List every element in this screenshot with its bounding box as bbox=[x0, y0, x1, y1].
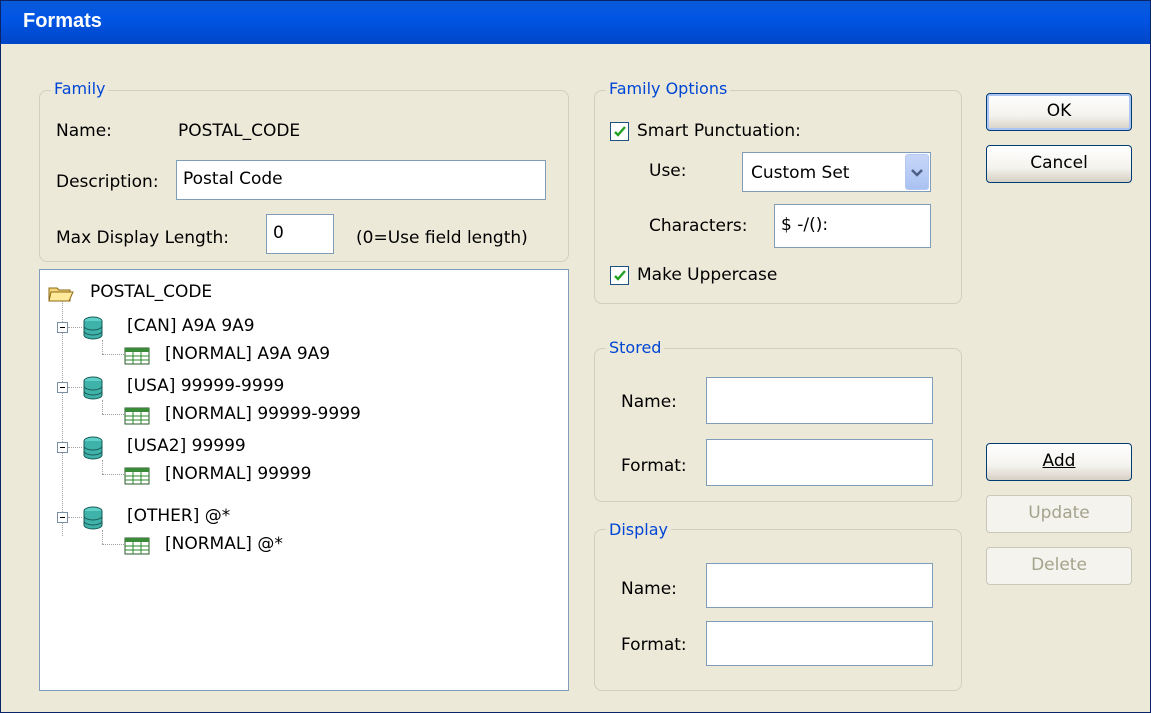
grid-table-icon bbox=[124, 347, 150, 370]
tree-group-label: [USA2] 99999 bbox=[127, 436, 246, 456]
window-title: Formats bbox=[23, 10, 102, 32]
stored-name-label: Name: bbox=[621, 392, 677, 412]
grid-table-icon bbox=[124, 407, 150, 430]
stored-format-field[interactable] bbox=[706, 439, 933, 486]
add-button[interactable]: Add bbox=[986, 443, 1132, 481]
max-display-length-hint: (0=Use field length) bbox=[356, 228, 528, 248]
characters-label: Characters: bbox=[649, 216, 748, 236]
folder-open-icon bbox=[48, 284, 74, 302]
database-icon bbox=[82, 506, 104, 535]
use-label: Use: bbox=[649, 161, 687, 181]
use-select[interactable]: Custom Set bbox=[742, 152, 931, 192]
tree-collapse-icon[interactable] bbox=[57, 382, 68, 393]
tree-child-branch bbox=[102, 414, 124, 415]
tree-child-label: [NORMAL] @* bbox=[165, 534, 283, 554]
tree-child-label: [NORMAL] 99999 bbox=[165, 464, 312, 484]
update-button[interactable]: Update bbox=[986, 495, 1132, 533]
max-display-length-label: Max Display Length: bbox=[56, 228, 229, 248]
grid-table-icon bbox=[124, 467, 150, 490]
title-bar[interactable]: Formats bbox=[1, 1, 1150, 44]
description-field[interactable]: Postal Code bbox=[176, 160, 546, 200]
tree-collapse-icon[interactable] bbox=[57, 322, 68, 333]
tree-child-label: [NORMAL] A9A 9A9 bbox=[165, 344, 331, 364]
tree-branch-line bbox=[68, 387, 82, 388]
stored-name-field[interactable] bbox=[706, 377, 933, 424]
display-name-field[interactable] bbox=[706, 563, 933, 608]
cancel-button[interactable]: Cancel bbox=[986, 145, 1132, 183]
family-name-label: Name: bbox=[56, 121, 112, 141]
use-select-value: Custom Set bbox=[751, 163, 850, 183]
family-legend: Family bbox=[51, 79, 109, 98]
family-options-legend: Family Options bbox=[606, 79, 731, 98]
display-name-label: Name: bbox=[621, 579, 677, 599]
max-display-length-field[interactable]: 0 bbox=[266, 214, 334, 254]
smart-punctuation-label[interactable]: Smart Punctuation: bbox=[637, 121, 801, 141]
description-label: Description: bbox=[56, 172, 159, 192]
format-tree[interactable]: POSTAL_CODE [CAN] A9A 9A9 [NORMAL] A9A 9… bbox=[39, 269, 569, 691]
delete-button[interactable]: Delete bbox=[986, 547, 1132, 585]
ok-button[interactable]: OK bbox=[986, 93, 1132, 131]
tree-child-line bbox=[102, 340, 103, 354]
tree-child-branch bbox=[102, 544, 124, 545]
database-icon bbox=[82, 436, 104, 465]
tree-root-label: POSTAL_CODE bbox=[90, 282, 213, 302]
database-icon bbox=[82, 316, 104, 345]
display-group bbox=[594, 529, 962, 691]
database-icon bbox=[82, 376, 104, 405]
dropdown-button[interactable] bbox=[905, 154, 929, 190]
formats-dialog: Formats Family Name: POSTAL_CODE Descrip… bbox=[0, 0, 1151, 713]
tree-group-label: [CAN] A9A 9A9 bbox=[127, 316, 255, 336]
smart-punctuation-checkbox[interactable] bbox=[610, 122, 629, 141]
tree-child-line bbox=[102, 530, 103, 544]
checkmark-icon bbox=[614, 270, 626, 281]
stored-format-label: Format: bbox=[621, 456, 687, 476]
checkmark-icon bbox=[614, 126, 626, 137]
tree-group-label: [OTHER] @* bbox=[127, 506, 231, 526]
tree-child-line bbox=[102, 460, 103, 474]
chevron-down-icon bbox=[911, 169, 923, 177]
grid-table-icon bbox=[124, 537, 150, 560]
tree-group-label: [USA] 99999-9999 bbox=[127, 376, 285, 396]
make-uppercase-label[interactable]: Make Uppercase bbox=[637, 265, 777, 285]
display-legend: Display bbox=[606, 520, 671, 539]
display-format-label: Format: bbox=[621, 635, 687, 655]
tree-child-branch bbox=[102, 474, 124, 475]
make-uppercase-checkbox[interactable] bbox=[610, 266, 629, 285]
tree-child-label: [NORMAL] 99999-9999 bbox=[165, 404, 361, 424]
stored-legend: Stored bbox=[606, 338, 665, 357]
tree-child-branch bbox=[102, 354, 124, 355]
characters-field[interactable]: $ -/(): bbox=[774, 204, 931, 248]
tree-branch-line bbox=[68, 517, 82, 518]
display-format-field[interactable] bbox=[706, 621, 933, 666]
family-name-value: POSTAL_CODE bbox=[178, 121, 301, 141]
tree-branch-line bbox=[68, 327, 82, 328]
tree-branch-line bbox=[68, 447, 82, 448]
tree-collapse-icon[interactable] bbox=[57, 442, 68, 453]
tree-child-line bbox=[102, 400, 103, 414]
tree-collapse-icon[interactable] bbox=[57, 512, 68, 523]
